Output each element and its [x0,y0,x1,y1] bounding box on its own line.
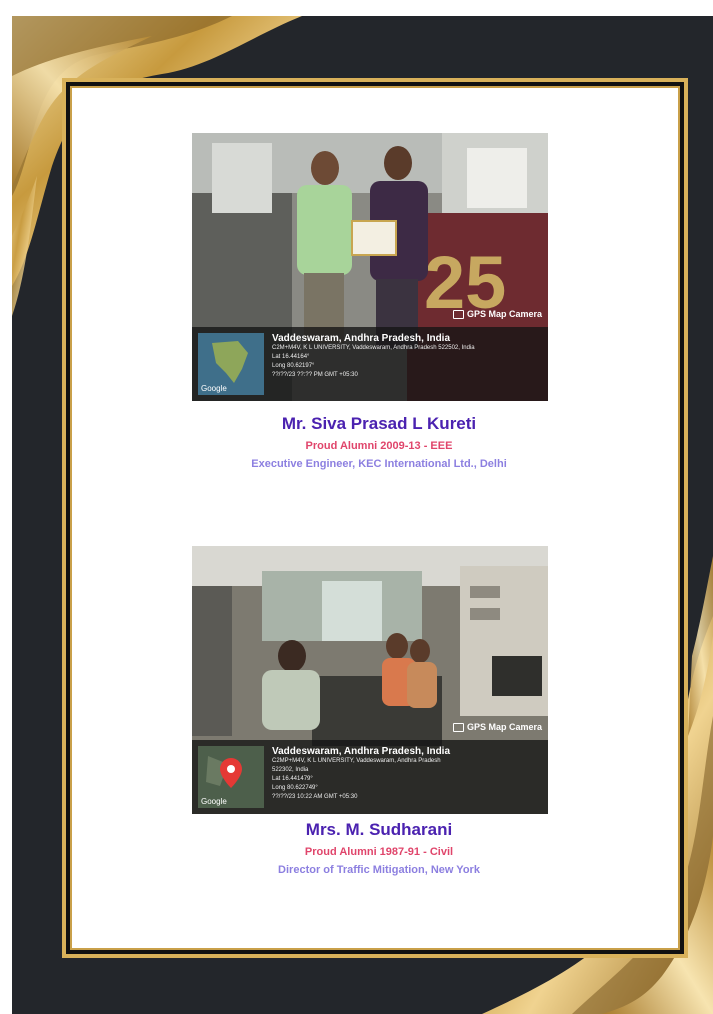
gps-location: Vaddeswaram, Andhra Pradesh, India [272,333,451,344]
gps-text: Vaddeswaram, Andhra Pradesh, India C2MP+… [272,746,542,802]
mini-map: Google [198,746,264,808]
gps-map-camera-tag: GPS Map Camera [452,309,542,319]
person-name: Mr. Siva Prasad L Kureti [281,414,477,433]
camera-icon [452,722,464,732]
alumni-batch: Proud Alumni 1987-91 - Civil [304,846,454,858]
photo-siva-prasad: 25 GPS Map Camera Google Vaddeswaram, An… [192,133,548,401]
job-title: Director of Traffic Mitigation, New York [278,864,480,876]
profile-siva-prasad: Mr. Siva Prasad L Kureti Proud Alumni 20… [72,414,686,470]
gps-map-camera-tag: GPS Map Camera [452,722,542,732]
gps-detail: 522302, India [272,767,309,773]
gps-detail: ??/??/23 ??:?? PM GMT +05:30 [272,372,358,378]
person-name: Mrs. M. Sudharani [305,820,453,839]
content-panel: 25 GPS Map Camera Google Vaddeswaram, An… [70,86,680,950]
gps-detail: Lat 16.44164° [272,354,310,360]
gold-frame: 25 GPS Map Camera Google Vaddeswaram, An… [62,78,688,958]
photo-sudharani: GPS Map Camera Google Vaddeswaram, Andhr… [192,546,548,814]
mini-map: Google [198,333,264,395]
poster: 25 GPS Map Camera Google Vaddeswaram, An… [12,16,713,1014]
gps-detail: Long 80.62197° [272,363,315,369]
gps-tag-label: GPS Map Camera [466,722,542,732]
gps-info-box: Google Vaddeswaram, Andhra Pradesh, Indi… [192,327,548,401]
gps-detail: ??/??/23 10:22 AM GMT +05:30 [272,794,358,800]
profile-sudharani: Mrs. M. Sudharani Proud Alumni 1987-91 -… [72,820,686,876]
job-title: Executive Engineer, KEC International Lt… [251,458,507,470]
gps-detail: Long 80.622749° [272,785,318,791]
google-label: Google [201,797,227,806]
camera-icon [452,309,464,319]
gps-detail: C2MP+M4V, K L UNIVERSITY, Vaddeswaram, A… [272,758,441,764]
google-label: Google [201,384,227,393]
gps-tag-label: GPS Map Camera [466,309,542,319]
gps-detail: Lat 16.441479° [272,776,313,782]
gps-text: Vaddeswaram, Andhra Pradesh, India C2M+M… [272,333,542,380]
gps-detail: C2M+M4V, K L UNIVERSITY, Vaddeswaram, An… [272,345,475,351]
gps-location: Vaddeswaram, Andhra Pradesh, India [272,746,451,757]
gps-info-box: Google Vaddeswaram, Andhra Pradesh, Indi… [192,740,548,814]
alumni-batch: Proud Alumni 2009-13 - EEE [305,440,453,452]
